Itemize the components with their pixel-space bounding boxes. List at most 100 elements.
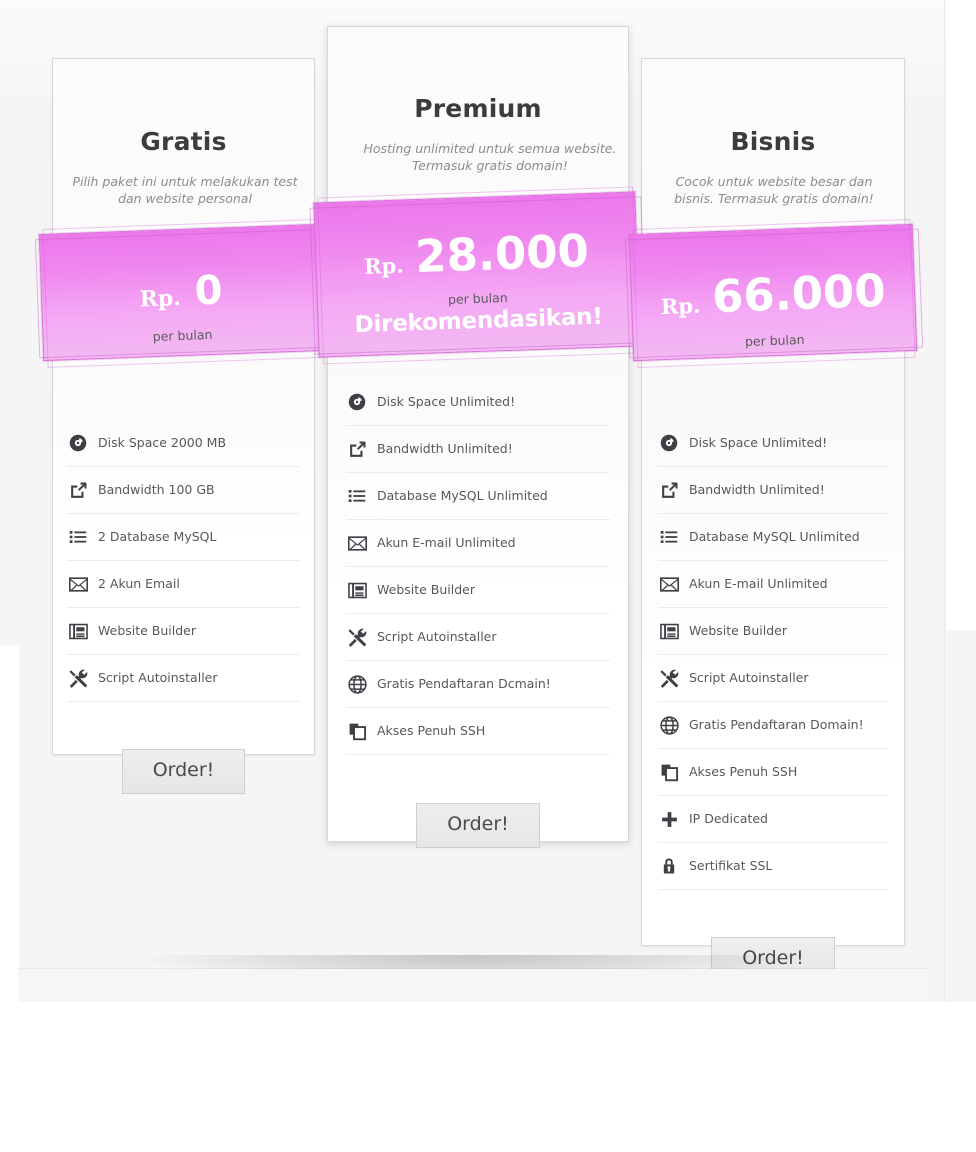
list-icon [658, 526, 680, 548]
envelope-icon [67, 573, 89, 595]
plan-description-premium: Hosting unlimited untuk semua website. T… [363, 141, 617, 174]
page-footer-band [18, 969, 928, 1002]
order-zone-premium: Order! [328, 803, 628, 848]
lock-icon [658, 855, 680, 877]
price-ribbon-gratis: Rp. 0 per bulan [38, 223, 324, 362]
feature-item: Bandwidth 100 GB [67, 467, 300, 514]
feature-label: Database MySQL Unlimited [377, 487, 548, 503]
feature-label: IP Dedicated [689, 810, 768, 826]
price-period-bisnis: per bulan [744, 331, 805, 350]
price-line-premium: Rp. 28.000 [314, 192, 637, 284]
plan-name-bisnis: Bisnis [730, 127, 816, 156]
feature-item: Gratis Pendaftaran Domain! [658, 702, 888, 749]
feature-label: Disk Space Unlimited! [377, 393, 516, 409]
feature-label: Disk Space Unlimited! [689, 434, 828, 450]
price-period-gratis: per bulan [152, 326, 213, 345]
feature-label: Website Builder [689, 622, 788, 638]
pricing-card-premium: Premium Hosting unlimited untuk semua we… [327, 26, 629, 848]
feature-item: Script Autoinstaller [658, 655, 888, 702]
share-icon [346, 438, 368, 460]
browser-icon [346, 579, 368, 601]
feature-item: Disk Space 2000 MB [67, 420, 300, 467]
feature-item: IP Dedicated [658, 796, 888, 843]
card-header-premium: Premium Hosting unlimited untuk semua we… [328, 27, 628, 175]
feature-item: Bandwidth Unlimited! [658, 467, 888, 514]
plan-name-gratis: Gratis [140, 127, 227, 156]
feature-item: Disk Space Unlimited! [346, 379, 610, 426]
feature-label: Bandwidth Unlimited! [689, 481, 825, 497]
feature-item: Website Builder [67, 608, 300, 655]
price-amount: 66.000 [711, 263, 887, 324]
order-button-gratis[interactable]: Order! [121, 749, 246, 794]
feature-label: Akses Penuh SSH [377, 722, 486, 738]
globe-icon [346, 673, 368, 695]
envelope-icon [346, 532, 368, 554]
feature-label: Akun E-mail Unlimited [689, 575, 828, 591]
price-amount: 0 [193, 267, 224, 315]
share-icon [67, 479, 89, 501]
feature-item: Website Builder [346, 567, 610, 614]
feature-label: Gratis Pendaftaran Dcmain! [377, 675, 551, 691]
currency-symbol: Rp. [660, 292, 701, 320]
order-zone-gratis: Order! [53, 749, 314, 794]
feature-label: Script Autoinstaller [689, 669, 809, 685]
order-button-premium[interactable]: Order! [416, 803, 540, 848]
feature-list-premium: Disk Space Unlimited! Bandwidth Unlimited… [328, 379, 628, 755]
tools-icon [658, 667, 680, 689]
feature-item: Bandwidth Unlimited! [346, 426, 610, 473]
feature-label: Sertifikat SSL [689, 857, 773, 873]
feature-item: Disk Space Unlimited! [658, 420, 888, 467]
card-header-gratis: Gratis Pilih paket ini untuk melakukan t… [53, 59, 314, 208]
feature-label: Gratis Pendaftaran Domain! [689, 716, 864, 732]
plan-description-bisnis: Cocok untuk website besar dan bisnis. Te… [674, 174, 874, 207]
feature-label: Akun E-mail Unlimited [377, 534, 516, 550]
feature-item: Script Autoinstaller [346, 614, 610, 661]
plan-name-premium: Premium [414, 94, 542, 123]
feature-label: 2 Akun Email [98, 575, 180, 591]
pricing-card-gratis: Gratis Pilih paket ini untuk melakukan t… [52, 58, 315, 794]
disc-icon [67, 432, 89, 454]
currency-symbol: Rp. [139, 285, 182, 313]
card-header-bisnis: Bisnis Cocok untuk website besar dan bis… [642, 59, 904, 208]
price-line-gratis: Rp. 0 [40, 225, 321, 317]
feature-label: Database MySQL Unlimited [689, 528, 860, 544]
feature-item: Gratis Pendaftaran Dcmain! [346, 661, 610, 708]
copy-icon [346, 720, 368, 742]
feature-label: Website Builder [377, 581, 476, 597]
browser-icon [67, 620, 89, 642]
price-ribbon-bisnis: Rp. 66.000 per bulan [628, 223, 918, 362]
feature-item: Akun E-mail Unlimited [346, 520, 610, 567]
plus-icon [658, 808, 680, 830]
feature-item: 2 Akun Email [67, 561, 300, 608]
list-icon [67, 526, 89, 548]
price-line-bisnis: Rp. 66.000 [630, 225, 915, 324]
feature-list-bisnis: Disk Space Unlimited! Bandwidth Unlimited… [642, 420, 904, 890]
feature-item: 2 Database MySQL [67, 514, 300, 561]
envelope-icon [658, 573, 680, 595]
feature-label: Script Autoinstaller [98, 669, 218, 685]
feature-label: Bandwidth Unlimited! [377, 440, 513, 456]
feature-item: Akun E-mail Unlimited [658, 561, 888, 608]
list-icon [346, 485, 368, 507]
feature-label: Disk Space 2000 MB [98, 434, 227, 450]
feature-item: Akses Penuh SSH [658, 749, 888, 796]
feature-item: Akses Penuh SSH [346, 708, 610, 755]
feature-label: Bandwidth 100 GB [98, 481, 215, 497]
feature-item: Database MySQL Unlimited [658, 514, 888, 561]
right-gutter [946, 0, 976, 630]
feature-label: Script Autoinstaller [377, 628, 497, 644]
tools-icon [346, 626, 368, 648]
price-amount: 28.000 [414, 224, 590, 284]
pricing-page: Gratis Pilih paket ini untuk melakukan t… [0, 0, 976, 1152]
feature-label: 2 Database MySQL [98, 528, 217, 544]
plan-description-gratis: Pilih paket ini untuk melakukan test dan… [72, 174, 298, 207]
price-ribbon-premium: Rp. 28.000 per bulan Direkomendasikan! [313, 191, 641, 358]
share-icon [658, 479, 680, 501]
browser-icon [658, 620, 680, 642]
pricing-card-bisnis: Bisnis Cocok untuk website besar dan bis… [641, 58, 905, 982]
feature-item: Sertifikat SSL [658, 843, 888, 890]
feature-list-gratis: Disk Space 2000 MB Bandwidth 100 GB 2 Data… [53, 420, 314, 702]
feature-item: Website Builder [658, 608, 888, 655]
disc-icon [658, 432, 680, 454]
feature-label: Website Builder [98, 622, 197, 638]
